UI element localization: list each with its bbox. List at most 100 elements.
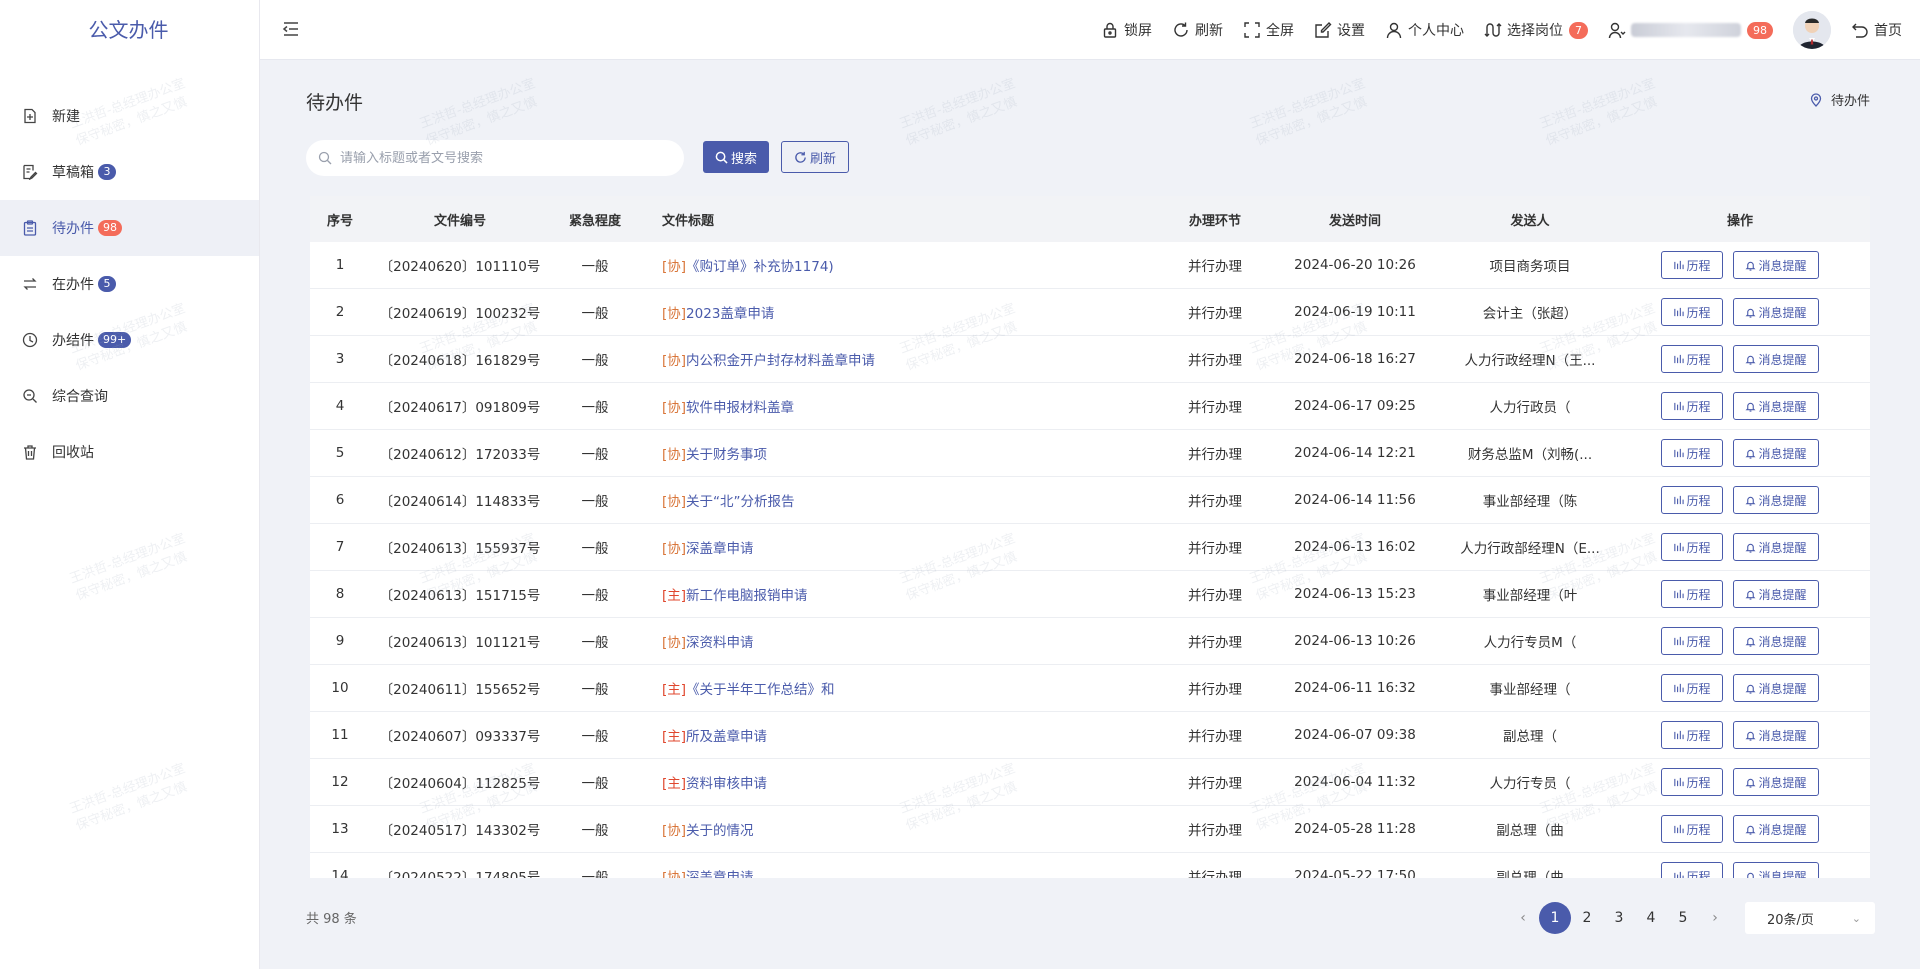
page-3[interactable]: 3 xyxy=(1603,902,1635,934)
search-button[interactable]: 搜索 xyxy=(703,141,769,173)
remind-button[interactable]: 消息提醒 xyxy=(1733,768,1819,796)
doc-title-link[interactable]: [主]新工作电脑报销申请 xyxy=(640,584,1160,604)
table-row[interactable]: 1 〔20240620〕101110号 一般 [协]《购订单》补充协1174) 并行办理… xyxy=(310,242,1870,289)
history-button[interactable]: 历程 xyxy=(1661,815,1723,843)
refresh-button[interactable]: 刷新 xyxy=(781,141,849,173)
doc-title-link[interactable]: [协]《购订单》补充协1174) xyxy=(640,255,1160,275)
remind-button[interactable]: 消息提醒 xyxy=(1733,345,1819,373)
history-button[interactable]: 历程 xyxy=(1661,627,1723,655)
page-1[interactable]: 1 xyxy=(1539,902,1571,934)
profile-button[interactable]: 个人中心 xyxy=(1385,20,1464,40)
fullscreen-icon xyxy=(1244,22,1260,38)
remind-button[interactable]: 消息提醒 xyxy=(1733,392,1819,420)
search-input[interactable] xyxy=(340,150,660,166)
doc-title-start: 关于 xyxy=(686,823,714,839)
table-row[interactable]: 5 〔20240612〕172033号 一般 [协]关于财务事项 并行办理 2024-06… xyxy=(310,430,1870,477)
remind-button[interactable]: 消息提醒 xyxy=(1733,815,1819,843)
history-label: 历程 xyxy=(1686,258,1711,273)
remind-button[interactable]: 消息提醒 xyxy=(1733,533,1819,561)
history-button[interactable]: 历程 xyxy=(1661,674,1723,702)
history-button[interactable]: 历程 xyxy=(1661,580,1723,608)
select-post-button[interactable]: 选择岗位 7 xyxy=(1484,20,1588,40)
doc-title-link[interactable]: [协]深盖章申请 xyxy=(640,866,1160,878)
sidebar-item-query[interactable]: 综合查询 xyxy=(0,368,259,424)
history-button[interactable]: 历程 xyxy=(1661,768,1723,796)
page-2[interactable]: 2 xyxy=(1571,902,1603,934)
remind-button[interactable]: 消息提醒 xyxy=(1733,580,1819,608)
table-row[interactable]: 8 〔20240613〕151715号 一般 [主]新工作电脑报销申请 并行办理 2024… xyxy=(310,571,1870,618)
doc-title-end: 盖章申请 xyxy=(699,870,754,878)
page-4[interactable]: 4 xyxy=(1635,902,1667,934)
remind-button[interactable]: 消息提醒 xyxy=(1733,251,1819,279)
refresh-header-button[interactable]: 刷新 xyxy=(1172,20,1223,40)
doc-title-link[interactable]: [协]关于财务事项 xyxy=(640,443,1160,463)
remind-button[interactable]: 消息提醒 xyxy=(1733,721,1819,749)
sender: 副总理（曲 xyxy=(1440,866,1620,878)
doc-role-tag: [主] xyxy=(662,682,687,698)
remind-button[interactable]: 消息提醒 xyxy=(1733,674,1819,702)
table-row[interactable]: 9 〔20240613〕101121号 一般 [协]深资料申请 并行办理 2024-06-… xyxy=(310,618,1870,665)
send-time: 2024-06-18 16:27 xyxy=(1294,351,1416,367)
sidebar-item-drafts[interactable]: 草稿箱 3 xyxy=(0,144,259,200)
urgency: 一般 xyxy=(581,494,609,510)
history-button[interactable]: 历程 xyxy=(1661,721,1723,749)
history-button[interactable]: 历程 xyxy=(1661,439,1723,467)
remind-label: 消息提醒 xyxy=(1758,493,1807,508)
row-index: 5 xyxy=(335,445,345,461)
history-label: 历程 xyxy=(1686,587,1711,602)
prev-page-icon[interactable]: ‹ xyxy=(1507,902,1539,934)
remind-button[interactable]: 消息提醒 xyxy=(1733,627,1819,655)
sidebar-item-in-progress[interactable]: 在办件 5 xyxy=(0,256,259,312)
page-size-select[interactable]: 20条/页 ⌄ xyxy=(1745,902,1875,934)
table-row[interactable]: 13 〔20240517〕143302号 一般 [协]关于的情况 并行办理 2024-05… xyxy=(310,806,1870,853)
doc-title-link[interactable]: [主]《关于半年工作总结》和 xyxy=(640,678,1160,698)
remind-button[interactable]: 消息提醒 xyxy=(1733,298,1819,326)
history-button[interactable]: 历程 xyxy=(1661,392,1723,420)
page-5[interactable]: 5 xyxy=(1667,902,1699,934)
sidebar-item-new[interactable]: 新建 xyxy=(0,88,259,144)
doc-title-link[interactable]: [协]关于“北”分析报告 xyxy=(640,490,1160,510)
remind-button[interactable]: 消息提醒 xyxy=(1733,862,1819,878)
table-row[interactable]: 11 〔20240607〕093337号 一般 [主]所及盖章申请 并行办理 2024-0… xyxy=(310,712,1870,759)
doc-title-link[interactable]: [协]2023盖章申请 xyxy=(640,302,1160,322)
user-menu[interactable]: 98 xyxy=(1608,21,1773,39)
table-row[interactable]: 14 〔20240522〕174805号 一般 [协]深盖章申请 并行办理 2024-05… xyxy=(310,853,1870,878)
sidebar-item-done[interactable]: 办结件 99+ xyxy=(0,312,259,368)
sender-name: 经理N（王... xyxy=(1518,353,1596,369)
doc-title-link[interactable]: [协]深资料申请 xyxy=(640,631,1160,651)
sidebar-item-label: 新建 xyxy=(52,109,80,125)
urgency: 一般 xyxy=(581,259,609,275)
remind-button[interactable]: 消息提醒 xyxy=(1733,486,1819,514)
avatar[interactable] xyxy=(1793,11,1831,49)
doc-title-link[interactable]: [主]所及盖章申请 xyxy=(640,725,1160,745)
fullscreen-button[interactable]: 全屏 xyxy=(1243,20,1294,40)
doc-title-link[interactable]: [主]资料审核申请 xyxy=(640,772,1160,792)
collapse-menu-icon[interactable] xyxy=(280,18,302,40)
table-row[interactable]: 10 〔20240611〕155652号 一般 [主]《关于半年工作总结》和 并行办理 2… xyxy=(310,665,1870,712)
table-row[interactable]: 4 〔20240617〕091809号 一般 [协]软件申报材料盖章 并行办理 2024-… xyxy=(310,383,1870,430)
sidebar-item-todo[interactable]: 待办件 98 xyxy=(0,200,259,256)
table-row[interactable]: 2 〔20240619〕100232号 一般 [协]2023盖章申请 并行办理 2024-… xyxy=(310,289,1870,336)
table-row[interactable]: 7 〔20240613〕155937号 一般 [协]深盖章申请 并行办理 2024-06-… xyxy=(310,524,1870,571)
home-button[interactable]: 首页 xyxy=(1851,20,1902,40)
history-button[interactable]: 历程 xyxy=(1661,298,1723,326)
remind-label: 消息提醒 xyxy=(1758,869,1807,879)
history-button[interactable]: 历程 xyxy=(1661,862,1723,878)
process-node: 并行办理 xyxy=(1188,400,1242,416)
doc-title-link[interactable]: [协]深盖章申请 xyxy=(640,537,1160,557)
table-row[interactable]: 3 〔20240618〕161829号 一般 [协]内公积金开户封存材料盖章申请 并行办… xyxy=(310,336,1870,383)
history-button[interactable]: 历程 xyxy=(1661,486,1723,514)
remind-button[interactable]: 消息提醒 xyxy=(1733,439,1819,467)
sidebar-item-trash[interactable]: 回收站 xyxy=(0,424,259,480)
next-page-icon[interactable]: › xyxy=(1699,902,1731,934)
doc-title-link[interactable]: [协]软件申报材料盖章 xyxy=(640,396,1160,416)
doc-title-link[interactable]: [协]关于的情况 xyxy=(640,819,1160,839)
table-row[interactable]: 6 〔20240614〕114833号 一般 [协]关于“北”分析报告 并行办理 2024… xyxy=(310,477,1870,524)
table-row[interactable]: 12 〔20240604〕112825号 一般 [主]资料审核申请 并行办理 2024-0… xyxy=(310,759,1870,806)
history-button[interactable]: 历程 xyxy=(1661,533,1723,561)
settings-button[interactable]: 设置 xyxy=(1314,20,1365,40)
doc-title-link[interactable]: [协]内公积金开户封存材料盖章申请 xyxy=(640,349,1160,369)
history-button[interactable]: 历程 xyxy=(1661,345,1723,373)
history-button[interactable]: 历程 xyxy=(1661,251,1723,279)
lock-screen-button[interactable]: 锁屏 xyxy=(1101,20,1152,40)
